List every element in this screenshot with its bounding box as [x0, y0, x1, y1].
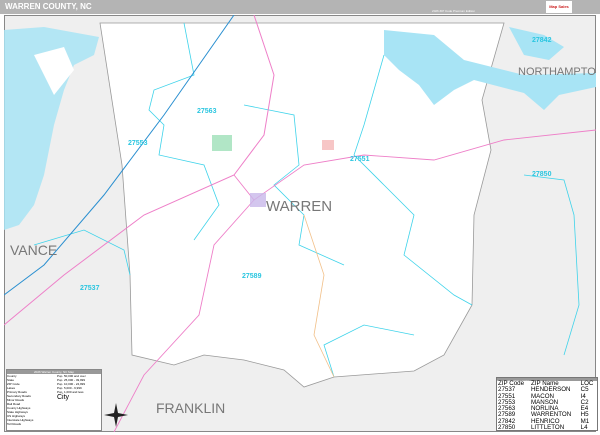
zip-label-27553: 27553 [128, 140, 148, 147]
legend-city-sizes: Pop. 50,000 and over Pop. 25,000 - 49,99… [57, 374, 86, 426]
warrenton-town [250, 193, 266, 207]
legend-item: Toll Roads [7, 422, 22, 426]
map-title: WARREN COUNTY, NC [5, 2, 92, 11]
zip-label-27537: 27537 [80, 285, 100, 292]
county-label: WARREN [266, 198, 332, 215]
zip-label-27850: 27850 [532, 171, 552, 178]
neighbor-label-vance: VANCE [10, 242, 57, 258]
legend-city-label: City [57, 394, 70, 401]
map-legend: 2026 Warren County, NC Map County State … [6, 369, 102, 431]
zip-label-27589: 27589 [242, 273, 262, 280]
table-row: 27850 LITTLETON L4 [498, 424, 588, 432]
neighbor-label-franklin: FRANKLIN [156, 400, 225, 416]
legend-line-items: County State ZIP Code Lakes Primary Road… [7, 374, 57, 426]
title-bar: WARREN COUNTY, NC 2026 ZIP Code Premium … [0, 0, 600, 14]
neighbor-label-northampton: NORTHAMPTON [518, 66, 596, 78]
edition-label: 2026 ZIP Code Premium Edition [432, 9, 475, 13]
macon-town [322, 140, 334, 150]
zip-index-table: ZIP Code Index/Grid Locator ZIP Code ZIP … [496, 377, 598, 431]
norlina-town [212, 135, 232, 151]
zip-label-27842: 27842 [532, 37, 552, 44]
publisher-logo: Map Sales [546, 1, 572, 13]
zip-label-27563: 27563 [197, 108, 217, 115]
zip-label-27551: 27551 [350, 156, 370, 163]
publisher-badge [576, 1, 596, 13]
